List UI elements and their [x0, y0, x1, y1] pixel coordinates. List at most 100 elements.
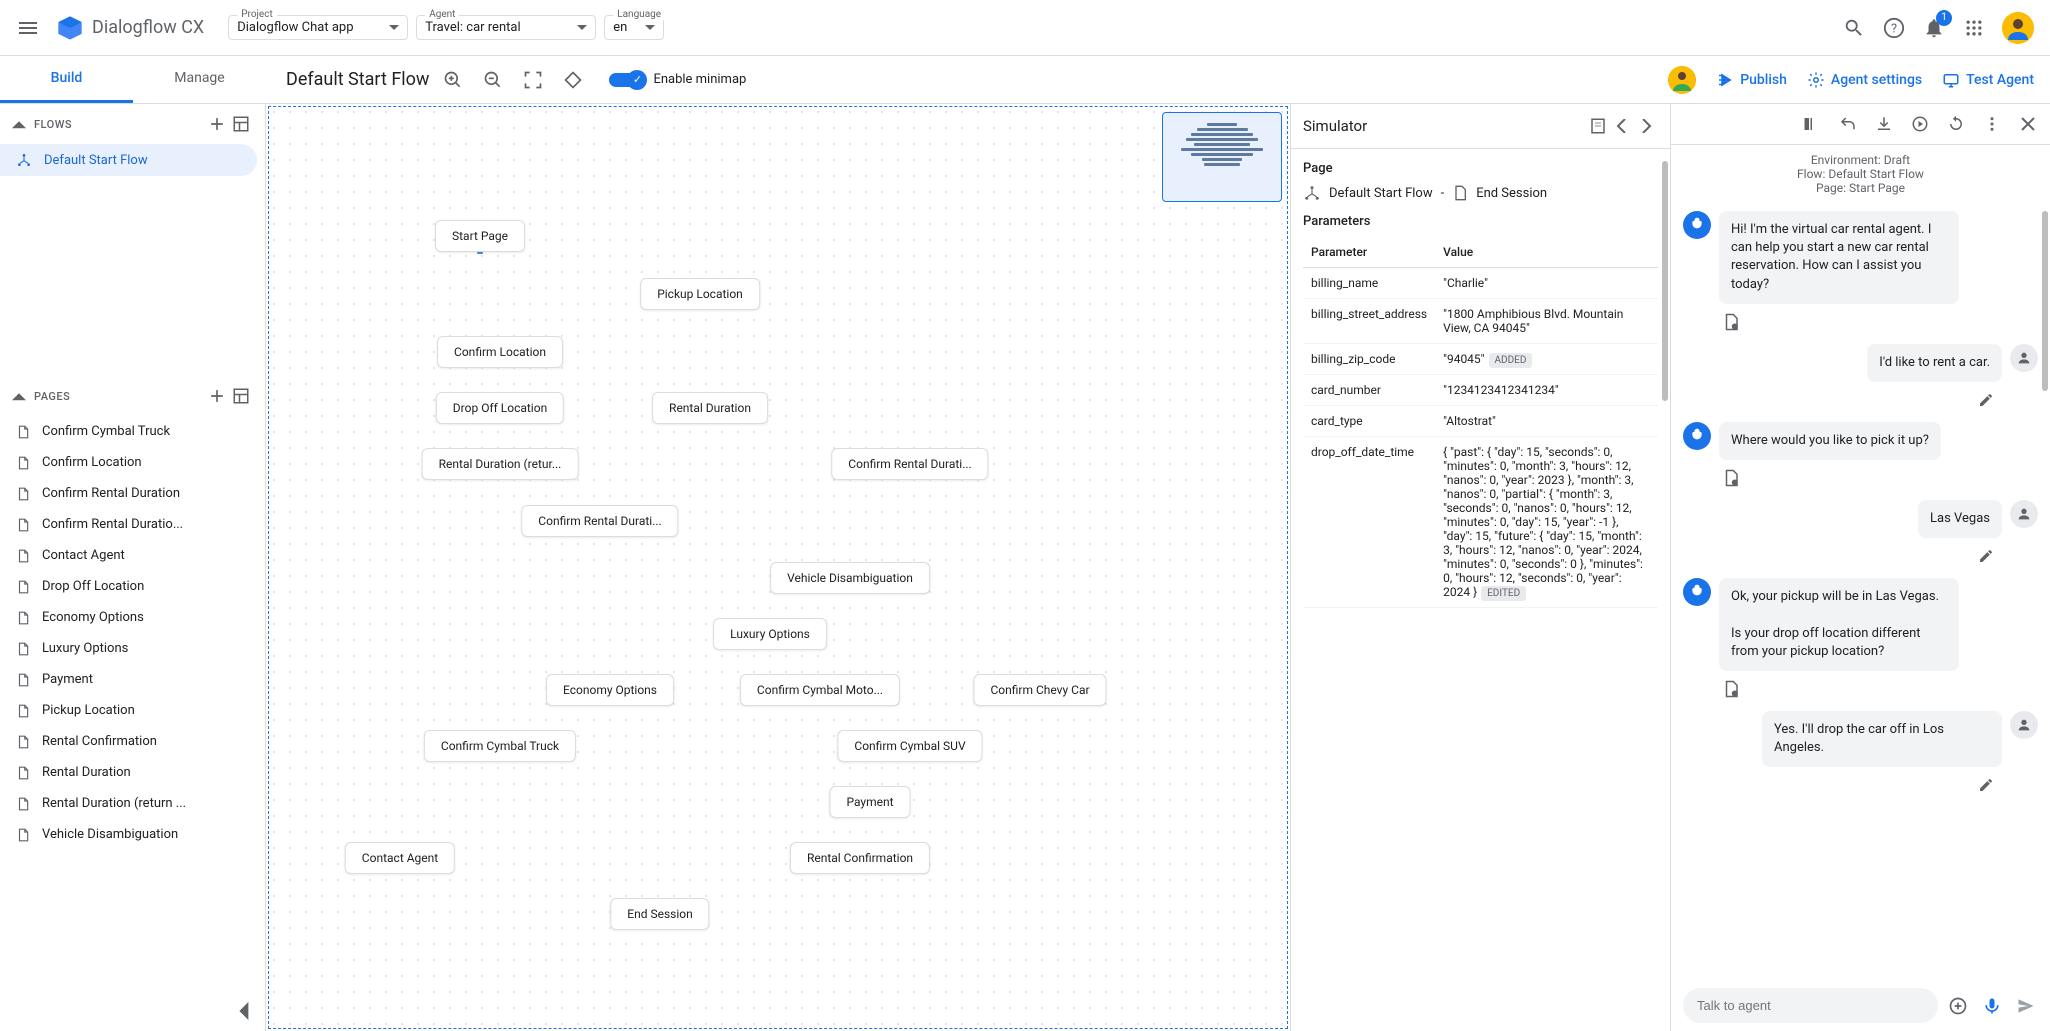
- flow-node[interactable]: Contact Agent: [345, 842, 455, 874]
- edit-message-icon[interactable]: [1974, 773, 1998, 797]
- agent-message: Ok, your pickup will be in Las Vegas. Is…: [1683, 578, 2038, 671]
- response-source-icon[interactable]: [1719, 310, 1743, 334]
- flow-node[interactable]: End Session: [610, 898, 709, 930]
- user-avatar-icon: [2010, 500, 2038, 528]
- collapse-sidebar-icon[interactable]: [233, 999, 257, 1023]
- add-page-icon[interactable]: [205, 384, 229, 408]
- chat-save-icon[interactable]: [1872, 112, 1896, 136]
- user-avatar[interactable]: [2002, 12, 2034, 44]
- collaborator-avatar[interactable]: [1668, 66, 1696, 94]
- sidebar-page-item[interactable]: Economy Options: [0, 602, 265, 633]
- response-source-icon[interactable]: [1719, 677, 1743, 701]
- flow-node[interactable]: Confirm Rental Durati...: [521, 505, 678, 537]
- sidebar-page-item[interactable]: Rental Confirmation: [0, 726, 265, 757]
- flow-title: Default Start Flow: [286, 69, 429, 90]
- flow-node[interactable]: Confirm Rental Durati...: [831, 448, 988, 480]
- flow-node[interactable]: Payment: [829, 786, 910, 818]
- flow-node[interactable]: Confirm Cymbal Truck: [424, 730, 576, 762]
- page-icon: [16, 642, 30, 656]
- send-icon[interactable]: [2014, 994, 2038, 1018]
- chat-close-icon[interactable]: [2016, 112, 2040, 136]
- sidebar-page-item[interactable]: Contact Agent: [0, 540, 265, 571]
- pages-grid-icon[interactable]: [229, 384, 253, 408]
- logo[interactable]: Dialogflow CX: [56, 14, 204, 42]
- dialogflow-icon: [56, 14, 84, 42]
- sim-next-icon[interactable]: [1634, 114, 1658, 138]
- project-selector[interactable]: Project Dialogflow Chat app: [228, 15, 408, 40]
- minimap-toggle[interactable]: Enable minimap: [609, 72, 746, 87]
- chat-more-icon[interactable]: [1980, 112, 2004, 136]
- flow-node[interactable]: Confirm Location: [437, 336, 563, 368]
- response-source-icon[interactable]: [1719, 466, 1743, 490]
- scrollbar[interactable]: [1662, 161, 1668, 401]
- search-icon[interactable]: [1842, 16, 1866, 40]
- sidebar-page-item[interactable]: Confirm Rental Duratio...: [0, 509, 265, 540]
- help-icon[interactable]: ?: [1882, 16, 1906, 40]
- sim-notes-icon[interactable]: [1586, 114, 1610, 138]
- tab-build[interactable]: Build: [0, 56, 133, 103]
- flow-node[interactable]: Rental Duration: [652, 392, 768, 424]
- sidebar-page-item[interactable]: Confirm Cymbal Truck: [0, 416, 265, 447]
- edit-message-icon[interactable]: [1974, 388, 1998, 412]
- flow-node[interactable]: Start Page: [435, 220, 525, 252]
- add-circle-icon[interactable]: [1946, 994, 1970, 1018]
- sidebar-page-item[interactable]: Payment: [0, 664, 265, 695]
- sidebar-page-item[interactable]: Rental Duration: [0, 757, 265, 788]
- flow-node[interactable]: Confirm Cymbal Moto...: [740, 674, 900, 706]
- sim-prev-icon[interactable]: [1610, 114, 1634, 138]
- chevron-up-icon[interactable]: [12, 389, 26, 403]
- chat-reset-icon[interactable]: [1944, 112, 1968, 136]
- agent-settings-button[interactable]: Agent settings: [1807, 71, 1922, 89]
- sidebar-page-item[interactable]: Rental Duration (return ...: [0, 788, 265, 819]
- chevron-up-icon[interactable]: [12, 117, 26, 131]
- chevron-down-icon: [645, 25, 655, 31]
- agent-avatar-icon: [1683, 578, 1711, 606]
- add-flow-icon[interactable]: [205, 112, 229, 136]
- sidebar-page-item[interactable]: Vehicle Disambiguation: [0, 819, 265, 850]
- page-breadcrumb: Default Start Flow - End Session: [1303, 184, 1658, 202]
- reset-view-icon[interactable]: [561, 68, 585, 92]
- chat-play-icon[interactable]: [1908, 112, 1932, 136]
- svg-text:?: ?: [1891, 21, 1897, 36]
- tab-manage[interactable]: Manage: [133, 56, 266, 103]
- flow-node[interactable]: Luxury Options: [713, 618, 827, 650]
- test-agent-button[interactable]: Test Agent: [1942, 71, 2034, 89]
- minimap[interactable]: [1162, 112, 1282, 202]
- flow-node[interactable]: Drop Off Location: [436, 392, 564, 424]
- flow-node[interactable]: Rental Confirmation: [790, 842, 930, 874]
- zoom-out-icon[interactable]: [481, 68, 505, 92]
- sidebar-page-item[interactable]: Luxury Options: [0, 633, 265, 664]
- chat-undo-icon[interactable]: [1836, 112, 1860, 136]
- page-icon: [16, 673, 30, 687]
- simulator-panel: Simulator Page Default Start Flow - End …: [1290, 104, 1670, 1031]
- flow-node[interactable]: Economy Options: [546, 674, 674, 706]
- mic-icon[interactable]: [1980, 994, 2004, 1018]
- sidebar-page-item[interactable]: Confirm Location: [0, 447, 265, 478]
- chat-layout-icon[interactable]: [1800, 112, 1824, 136]
- sidebar-page-item[interactable]: Drop Off Location: [0, 571, 265, 602]
- scrollbar[interactable]: [2042, 211, 2048, 391]
- param-row: card_type"Altostrat": [1303, 406, 1658, 437]
- flow-node[interactable]: Pickup Location: [640, 278, 760, 310]
- menu-icon[interactable]: [16, 16, 40, 40]
- flow-canvas[interactable]: Start Page Pickup Location Confirm Locatio…: [266, 104, 1290, 1031]
- sidebar-page-item[interactable]: Confirm Rental Duration: [0, 478, 265, 509]
- flow-node[interactable]: Rental Duration (retur...: [422, 448, 579, 480]
- sidebar-flow-item[interactable]: Default Start Flow: [0, 144, 257, 176]
- edit-message-icon[interactable]: [1974, 544, 1998, 568]
- zoom-in-icon[interactable]: [441, 68, 465, 92]
- flow-node[interactable]: Confirm Chevy Car: [973, 674, 1106, 706]
- sidebar-page-item[interactable]: Pickup Location: [0, 695, 265, 726]
- fit-icon[interactable]: [521, 68, 545, 92]
- apps-icon[interactable]: [1962, 16, 1986, 40]
- publish-button[interactable]: Publish: [1716, 71, 1787, 89]
- chat-input[interactable]: [1683, 988, 1938, 1023]
- notifications-icon[interactable]: 1: [1922, 16, 1946, 40]
- flow-node[interactable]: Confirm Cymbal SUV: [837, 730, 982, 762]
- agent-selector[interactable]: Agent Travel: car rental: [416, 15, 596, 40]
- chat-panel: Environment: Draft Flow: Default Start F…: [1670, 104, 2050, 1031]
- language-selector[interactable]: Language en: [604, 15, 664, 40]
- param-row: billing_street_address"1800 Amphibious B…: [1303, 299, 1658, 344]
- flows-grid-icon[interactable]: [229, 112, 253, 136]
- flow-node[interactable]: Vehicle Disambiguation: [770, 562, 930, 594]
